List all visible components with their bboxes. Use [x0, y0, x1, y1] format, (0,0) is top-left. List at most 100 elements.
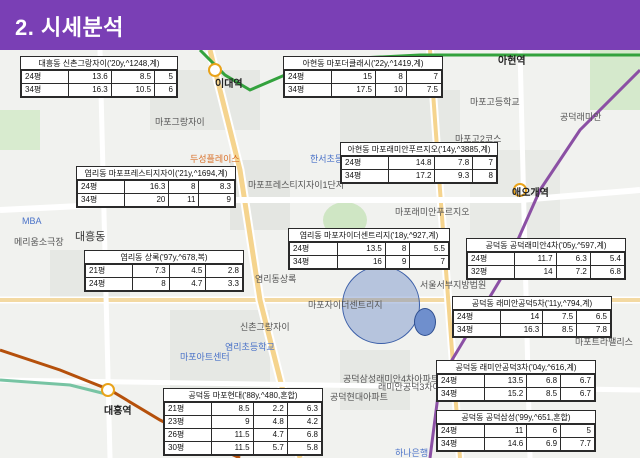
price-card-prestige-xi[interactable]: 염리동 마포프레스티지자이('21y,^1694,계) 24평 16.3 8 8.3 …	[76, 166, 236, 208]
table-row: 24평 14.8 7.8 7	[341, 156, 497, 170]
table-cell: 24평	[341, 156, 389, 170]
table-cell: 5.4	[589, 252, 626, 266]
table-cell: 24평	[21, 70, 69, 84]
table-cell: 24평	[76, 180, 126, 194]
table-cell: 14.8	[387, 156, 436, 170]
table-cell: 7	[472, 156, 497, 170]
map-label-prestige-xi: 마포프레스티지자이1단지	[248, 180, 345, 190]
price-card-xi-centrich[interactable]: 염리동 마포자이더센트리지('18y,^927,계) 24평 13.5 8 5.5 3…	[288, 228, 450, 270]
map-label-raemian-prugio: 마포래미안푸르지오	[395, 207, 470, 217]
table-cell: 24평	[466, 252, 516, 266]
station-label-ewha[interactable]: 이대역	[215, 75, 243, 90]
table-cell: 10	[374, 83, 407, 97]
station-label-daeheung[interactable]: 대흥역	[104, 402, 132, 417]
map-view[interactable]: 아현역 이대역 애오개역 대흥역 마포그랑자이 마포고등학교 신촌그랑자이 마포…	[0, 50, 640, 458]
price-card-mapo-hyundai[interactable]: 공덕동 마포현대('88y,^480,혼합) 21평 8.5 2.2 6.3 23평 9…	[163, 388, 323, 456]
table-cell: 14	[514, 265, 557, 279]
table-cell: 9.3	[434, 169, 474, 183]
price-card-raemian-prugio[interactable]: 아현동 마포래미안푸르지오('14y,^3885,계) 24평 14.8 7.8 7 …	[340, 142, 498, 184]
table-cell: 32평	[466, 265, 516, 279]
station-label-ahyeon[interactable]: 아현역	[498, 52, 526, 67]
table-row: 30평 11.5 5.7 5.8	[163, 441, 323, 455]
card-title: 대흥동 신촌그랑자이('20y,^1248,계)	[21, 57, 177, 70]
table-cell: 13.5	[336, 242, 386, 256]
table-cell: 7	[409, 255, 449, 269]
card-title: 염리동 마포프레스티지자이('21y,^1694,계)	[77, 167, 235, 180]
table-cell: 9	[198, 193, 235, 207]
table-cell: 7.2	[555, 265, 591, 279]
price-table: 21평 8.5 2.2 6.3 23평 9 4.8 4.2 26평 11.5 4.7 6.8 30…	[163, 402, 323, 455]
price-table: 24평 16.3 8 8.3 34평 20 11 9	[76, 180, 235, 207]
price-table: 24평 11 6 5 34평 14.6 6.9 7.7	[436, 424, 595, 451]
table-cell: 26평	[163, 428, 213, 442]
table-cell: 14.6	[484, 437, 528, 451]
table-cell: 34평	[283, 83, 333, 97]
price-card-the-classy[interactable]: 아현동 마포더클래시('22y,^1419,계) 24평 15 8 7 34평 17.5…	[283, 56, 443, 98]
table-cell: 9	[211, 415, 254, 429]
table-cell: 7.5	[542, 310, 578, 324]
table-cell: 7.8	[576, 323, 611, 337]
table-cell: 16.3	[500, 323, 544, 337]
table-cell: 13.5	[484, 374, 528, 388]
map-label-xi-centrich: 마포자이더센트리지	[308, 300, 383, 310]
table-cell: 7.8	[434, 156, 474, 170]
price-table: 24평 13.5 8 5.5 34평 16 9 7	[289, 242, 449, 269]
table-cell: 34평	[21, 83, 69, 97]
table-cell: 24평	[452, 310, 502, 324]
table-row: 34평 17.5 10 7.5	[283, 83, 443, 97]
table-cell: 7.5	[405, 83, 443, 97]
table-cell: 6	[154, 83, 177, 97]
table-cell: 8	[384, 242, 411, 256]
price-table: 24평 13.5 6.8 6.7 34평 15.2 8.5 6.7	[436, 374, 595, 401]
table-cell: 6.7	[560, 374, 595, 388]
table-cell: 4.5	[168, 264, 207, 278]
map-label-yeomni-sangnok: 염리동상록	[255, 274, 297, 284]
price-card-raemian3[interactable]: 공덕동 래미안공덕3차('04y,^616,계) 24평 13.5 6.8 6.7 3…	[436, 360, 596, 402]
table-row: 21평 8.5 2.2 6.3	[163, 402, 323, 416]
table-row: 34평 15.2 8.5 6.7	[436, 387, 595, 401]
table-row: 23평 9 4.8 4.2	[163, 415, 323, 429]
table-cell: 5.5	[409, 242, 449, 256]
table-row: 24평 13.5 6.8 6.7	[436, 374, 595, 388]
table-row: 34평 14.6 6.9 7.7	[436, 437, 595, 451]
price-table: 24평 14.8 7.8 7 34평 17.2 9.3 8	[341, 156, 497, 183]
card-title: 공덕동 래미안공덕3차('04y,^616,계)	[437, 361, 595, 374]
map-label-hana-bank: 하나은행	[395, 448, 429, 458]
table-row: 24평 14 7.5 6.5	[452, 310, 611, 324]
card-title: 공덕동 래미안공덕5차('11y,^794,계)	[453, 297, 611, 310]
price-table: 24평 13.6 8.5 5 34평 16.3 10.5 6	[21, 70, 177, 97]
station-label-aeogae[interactable]: 애오개역	[512, 184, 549, 199]
table-cell: 4.8	[252, 415, 288, 429]
table-row: 24평 13.5 8 5.5	[289, 242, 449, 256]
table-cell: 6.8	[526, 374, 562, 388]
table-row: 21평 7.3 4.5 2.8	[84, 264, 243, 278]
table-cell: 34평	[436, 437, 486, 451]
price-card-sangnok[interactable]: 염리동 상록('97y,^678,복) 21평 7.3 4.5 2.8 24평 8 4.7…	[84, 250, 244, 292]
table-cell: 34평	[452, 323, 502, 337]
price-table: 24평 14 7.5 6.5 34평 16.3 8.5 7.8	[452, 310, 611, 337]
table-cell: 6.8	[286, 428, 323, 442]
table-cell: 5	[154, 70, 177, 84]
table-row: 34평 16.3 8.5 7.8	[452, 323, 611, 337]
table-cell: 6.9	[526, 437, 562, 451]
price-table: 24평 11.7 6.3 5.4 32평 14 7.2 6.8	[466, 252, 626, 279]
table-cell: 14	[500, 310, 544, 324]
table-cell: 16.3	[124, 180, 170, 194]
table-cell: 15	[331, 70, 376, 84]
price-card-gongdeok-samsung[interactable]: 공덕동 공덕삼성('99y,^651,혼합) 24평 11 6 5 34평 14.6 6.…	[436, 410, 596, 452]
table-cell: 5.8	[286, 441, 323, 455]
price-card-sinchon-grandxi[interactable]: 대흥동 신촌그랑자이('20y,^1248,계) 24평 13.6 8.5 5 34평…	[20, 56, 178, 98]
price-card-raemian4[interactable]: 공덕동 공덕래미안4차('05y,^597,계) 24평 11.7 6.3 5.4 3…	[466, 238, 626, 280]
table-row: 32평 14 7.2 6.8	[466, 265, 626, 279]
table-cell: 8.3	[198, 180, 235, 194]
price-card-raemian5[interactable]: 공덕동 래미안공덕5차('11y,^794,계) 24평 14 7.5 6.5 34평…	[452, 296, 612, 338]
table-cell: 24평	[289, 242, 338, 256]
table-cell: 24평	[436, 424, 486, 438]
table-row: 24평 8 4.7 3.3	[84, 277, 243, 291]
table-cell: 8.5	[542, 323, 578, 337]
table-row: 26평 11.5 4.7 6.8	[163, 428, 323, 442]
table-cell: 7.7	[560, 437, 595, 451]
table-cell: 6.3	[555, 252, 591, 266]
table-cell: 34평	[289, 255, 338, 269]
map-label-yeomni-school: 염리초등학교	[225, 342, 275, 352]
